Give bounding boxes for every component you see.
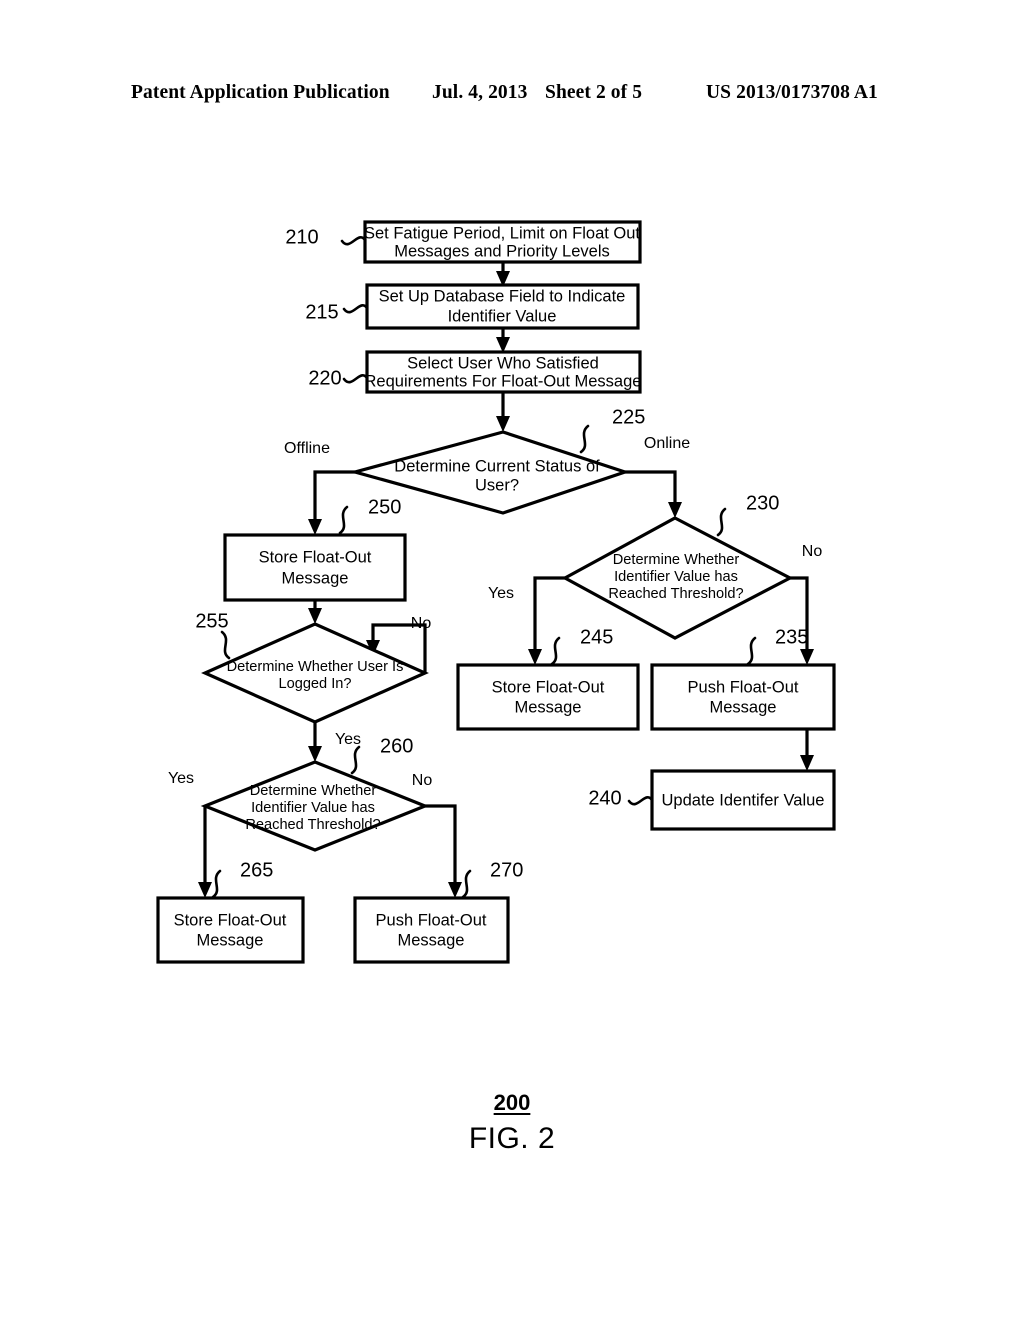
ref-number-270: 270 (490, 859, 523, 881)
ref-number-220: 220 (308, 367, 341, 389)
node-270-box (353, 896, 510, 964)
arrowhead-225-offline-to-250 (308, 519, 322, 535)
edge-label-no-255: No (411, 615, 432, 632)
leader-215 (342, 304, 369, 314)
ref-number-255: 255 (195, 610, 228, 632)
node-235-label-line2: Message (710, 698, 777, 716)
node-225-label-line2: User? (475, 476, 519, 494)
arrowhead-255-yes-to-260 (308, 746, 322, 762)
node-215-label-line1: Set Up Database Field to Indicate (379, 287, 626, 305)
arrowhead-260-no-to-270 (448, 882, 462, 898)
node-260-label-line3: Reached Threshold? (245, 817, 380, 833)
connector-230-yes-to-245 (533, 576, 565, 653)
node-260-label-line1: Determine Whether (250, 783, 377, 799)
node-245-box (456, 663, 640, 731)
node-230-label-line3: Reached Threshold? (608, 586, 743, 602)
arrowhead-230-no-to-235 (800, 649, 814, 665)
edge-label-online: Online (644, 435, 690, 452)
node-245-label-line1: Store Float-Out (492, 678, 605, 696)
leader-255 (220, 630, 231, 660)
node-235-label-line1: Push Float-Out (688, 678, 799, 696)
node-265-label-line1: Store Float-Out (174, 911, 287, 929)
connector-225-offline-to-250 (313, 470, 355, 522)
ref-number-225: 225 (612, 406, 645, 428)
node-265-label-line2: Message (197, 931, 264, 949)
ref-number-250: 250 (368, 496, 401, 518)
arrowhead-260-yes-to-265 (198, 882, 212, 898)
node-210-label-line1: Set Fatigue Period, Limit on Float Out (364, 224, 640, 242)
connector-260-no-to-270 (425, 804, 457, 885)
arrowhead-250-to-255 (308, 608, 322, 624)
edge-label-offline: Offline (284, 440, 330, 457)
node-230-label-line2: Identifier Value has (614, 569, 738, 585)
node-270-label-line1: Push Float-Out (376, 911, 487, 929)
edge-label-yes-255: Yes (335, 731, 361, 748)
ref-number-215: 215 (305, 301, 338, 323)
leader-245 (550, 636, 561, 666)
node-250-box (223, 533, 407, 602)
leader-270 (461, 869, 472, 899)
leader-230 (716, 507, 727, 537)
node-245-label-line2: Message (515, 698, 582, 716)
node-240-label-line1: Update Identifer Value (662, 791, 825, 809)
node-255-label-line1: Determine Whether User Is (227, 659, 404, 675)
figure-reference-number: 200 (493, 1090, 531, 1115)
edge-label-no-260: No (412, 772, 433, 789)
node-220-label-line2: Requirements For Float-Out Message (365, 372, 642, 390)
leader-265 (211, 869, 222, 899)
edge-label-yes-260: Yes (168, 770, 194, 787)
leader-210 (340, 236, 367, 246)
ref-number-240: 240 (588, 787, 621, 809)
ref-number-235: 235 (775, 626, 808, 648)
leader-225 (579, 424, 590, 454)
arrowhead-230-yes-to-245 (528, 649, 542, 665)
leader-250 (338, 505, 349, 535)
arrowhead-235-to-240 (800, 755, 814, 771)
leader-235 (746, 636, 757, 666)
connector-225-online-to-230 (625, 470, 677, 506)
edge-label-yes-230: Yes (488, 585, 514, 602)
leader-260 (350, 745, 361, 775)
figure-title: FIG. 2 (468, 1122, 556, 1155)
node-250-label-line2: Message (282, 569, 349, 587)
node-270-label-line2: Message (398, 931, 465, 949)
node-260-label-line2: Identifier Value has (251, 800, 375, 816)
ref-number-260: 260 (380, 735, 413, 757)
node-225-label-line1: Determine Current Status of (394, 457, 600, 475)
node-235-box (650, 663, 836, 731)
ref-number-265: 265 (240, 859, 273, 881)
node-220-label-line1: Select User Who Satisfied (407, 354, 599, 372)
node-250-label-line1: Store Float-Out (259, 548, 372, 566)
ref-number-210: 210 (285, 226, 318, 248)
node-230-label-line1: Determine Whether (613, 552, 740, 568)
leader-240 (627, 796, 654, 806)
node-265-box (156, 896, 305, 964)
arrowhead-225-online-to-230 (668, 502, 682, 518)
ref-number-230: 230 (746, 492, 779, 514)
node-210-label-line2: Messages and Priority Levels (394, 242, 610, 260)
arrowhead-220-to-225 (496, 416, 510, 432)
node-255-label-line2: Logged In? (278, 676, 351, 692)
node-215-label-line2: Identifier Value (448, 307, 557, 325)
ref-number-245: 245 (580, 626, 613, 648)
edge-label-no-230: No (802, 543, 823, 560)
